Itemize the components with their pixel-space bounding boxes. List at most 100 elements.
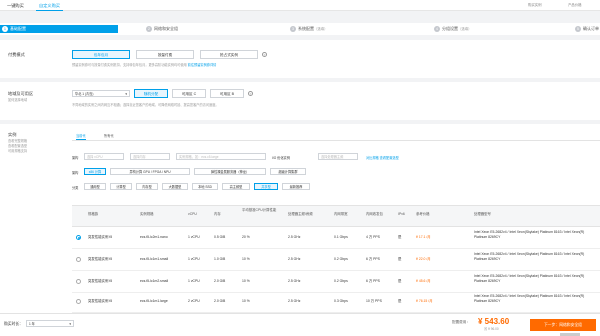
cat-shared-button[interactable]: 共享型 — [254, 183, 278, 190]
col-vcpu: vCPU — [188, 212, 197, 216]
arch-x86-button[interactable]: x86 计算 — [84, 168, 106, 175]
cat-highfreq-button[interactable]: 高主频型 — [222, 183, 250, 190]
row-baseline: 10 % — [242, 257, 250, 261]
row-vcpu: 2 vCPU — [188, 299, 200, 303]
step-3[interactable]: 3 系统配置（选填） — [290, 25, 328, 33]
region-note: 不同地域的实例之间内网互不相通；选择靠近您客户的地域，可降低网络时延、提高您客户… — [72, 103, 219, 107]
compare-link[interactable]: 对比规格 查看配置选型 — [366, 155, 399, 160]
billing-subscription-button[interactable]: 包年包月 — [72, 50, 130, 59]
row-ipv6: 是 — [398, 257, 402, 261]
row-baseline: 10 % — [242, 299, 250, 303]
step-4[interactable]: 4 分组设置（选填） — [434, 25, 472, 33]
tab-custom-buy[interactable]: 自定义购买 — [36, 1, 63, 11]
col-bandwidth: 内网带宽 — [334, 212, 348, 216]
row-mem: 2.0 GiB — [214, 279, 226, 283]
reserved-link[interactable]: 前往预留实例券详情 — [188, 63, 217, 67]
region-select[interactable]: 华北 1 (青岛) ▾ — [72, 90, 130, 97]
col-baseline: 平均基准CPU计算性能 — [242, 208, 277, 212]
cat-recommended-button[interactable]: 最新推荐 — [282, 183, 310, 190]
price-link[interactable]: 产品价格 — [568, 2, 582, 7]
row-vcpu: 1 vCPU — [188, 279, 200, 283]
row-price: ¥ 76.15 /月 — [416, 299, 433, 303]
step-2[interactable]: 2 网络和安全组 — [146, 25, 178, 33]
billing-spot-button[interactable]: 抢占式实例 — [200, 50, 258, 59]
cat-compute-button[interactable]: 计算型 — [110, 183, 132, 190]
col-mem: 内存 — [214, 212, 221, 216]
row-vcpu: 1 vCPU — [188, 257, 200, 261]
spec-search-input[interactable]: 实例规格，如：ecs.c5.large — [176, 153, 266, 160]
table-row[interactable]: 突发性能实例 t5 ecs.t5-lc1m1.large 2 vCPU 2.0 … — [72, 293, 600, 313]
col-family: 规格族 — [88, 212, 99, 216]
table-row[interactable]: 突发性能实例 t5 ecs.t5-lc1m1.small 1 vCPU 1.0 … — [72, 249, 600, 271]
instance-help-3[interactable]: 可用规格支持 — [8, 149, 27, 153]
chevron-down-icon: ▾ — [69, 322, 71, 326]
row-cpu-model: Intel Xeon E5-2682v4 / Intel Xeon(Skylak… — [474, 274, 585, 283]
zone-c-button[interactable]: 可用区 C — [172, 89, 206, 98]
row-bandwidth: 0.1 Gbps — [334, 235, 348, 239]
step-5[interactable]: 5 确认订单 — [575, 25, 599, 33]
arch-hetero-button[interactable]: 异构计算 GPU / FPGA / NPU — [110, 168, 190, 175]
row-cpu-model: Intel Xeon E5-2682v4 / Intel Xeon(Skylak… — [474, 230, 585, 239]
help-icon[interactable]: ? — [248, 91, 253, 96]
memory-filter[interactable]: 选择内存 — [130, 153, 170, 160]
next-step-button[interactable]: 下一步：网络和安全组 — [530, 319, 596, 331]
vcpu-filter[interactable]: 选择 vCPU — [84, 153, 124, 160]
row-pps: 10 万 PPS — [366, 299, 382, 303]
discount-label: 省 ¥ 96.00 — [484, 327, 499, 331]
arch-label: 架构 — [72, 171, 79, 175]
tab-all-gen[interactable]: 所有代 — [104, 133, 114, 138]
row-freq: 2.5 GHz — [288, 299, 301, 303]
cat-bigdata-button[interactable]: 大数据型 — [162, 183, 188, 190]
purchase-tabs: 一键购买 自定义购买 购买实例 产品价格 — [0, 0, 600, 11]
cat-ssd-button[interactable]: 本地 SSD — [192, 183, 218, 190]
row-spec: ecs.t5-lc2m1.nano — [140, 235, 168, 239]
zone-b-button[interactable]: 可用区 B — [210, 89, 244, 98]
col-ipv6: IPv6 — [398, 212, 405, 216]
row-freq: 2.5 GHz — [288, 257, 301, 261]
billing-note: 预留实例券可与按量付费实例抵扣，支持转包年包月，更多高阶功能实例均可使用 前往预… — [72, 63, 217, 67]
clock-filter[interactable]: 选择处理器主频 — [318, 153, 358, 160]
tab-quick-buy[interactable]: 一键购买 — [4, 1, 27, 11]
region-section: 地域及可用区 如何选择地域 华北 1 (青岛) ▾ 随机分配 可用区 C 可用区 … — [0, 82, 600, 120]
arch-baremetal-button[interactable]: 弹性裸金属服务器（神龙） — [194, 168, 266, 175]
billing-payasyougo-button[interactable]: 按量付费 — [136, 50, 194, 59]
row-radio[interactable] — [76, 257, 81, 262]
tab-current-gen[interactable]: 当前代 — [76, 133, 86, 140]
col-spec: 实例规格 — [140, 212, 154, 216]
row-radio[interactable] — [76, 235, 81, 240]
table-row[interactable]: 突发性能实例 t5 ecs.t5-lc2m1.nano 1 vCPU 0.5 G… — [72, 227, 600, 249]
duration-select[interactable]: 1 年 ▾ — [26, 320, 74, 327]
instance-help-1[interactable]: 查看完整规格 — [8, 139, 27, 143]
help-icon[interactable]: ? — [262, 52, 267, 57]
instance-help-2[interactable]: 查看配置选型 — [8, 144, 27, 148]
row-family: 突发性能实例 t5 — [88, 235, 113, 239]
row-radio[interactable] — [76, 299, 81, 304]
row-mem: 1.0 GiB — [214, 257, 226, 261]
row-family: 突发性能实例 t5 — [88, 279, 113, 283]
row-price: ¥ 45.6 /月 — [416, 279, 431, 283]
row-pps: 6 万 PPS — [366, 257, 380, 261]
divider — [72, 140, 600, 141]
cat-memory-button[interactable]: 内存型 — [136, 183, 158, 190]
step-1[interactable]: 1 基础配置 — [0, 25, 118, 33]
row-radio[interactable] — [76, 279, 81, 284]
region-help-link[interactable]: 如何选择地域 — [8, 98, 27, 102]
row-freq: 2.5 GHz — [288, 279, 301, 283]
zone-random-button[interactable]: 随机分配 — [134, 89, 168, 98]
cat-general-button[interactable]: 通用型 — [84, 183, 106, 190]
order-footer: 购买时长： 1 年 ▾ 配置费用： ¥ 543.60 省 ¥ 96.00 下一步：… — [0, 313, 600, 336]
row-freq: 2.5 GHz — [288, 235, 301, 239]
row-pps: 4 万 PPS — [366, 235, 380, 239]
row-price: ¥ 17.1 /月 — [416, 235, 431, 239]
fee-value: ¥ 543.60 — [478, 317, 510, 326]
spec-table-header: 规格族 实例规格 vCPU 内存 平均基准CPU计算性能 处理器主频/睿频 内网… — [72, 205, 600, 227]
arch-scc-button[interactable]: 超级计算集群 — [270, 168, 306, 175]
row-pps: 6 万 PPS — [366, 279, 380, 283]
row-vcpu: 1 vCPU — [188, 235, 200, 239]
row-baseline: 10 % — [242, 279, 250, 283]
buy-instance-link[interactable]: 购买实例 — [528, 2, 542, 7]
row-bandwidth: 0.3 Gbps — [334, 299, 348, 303]
table-row[interactable]: 突发性能实例 t5 ecs.t5-lc1m2.small 1 vCPU 2.0 … — [72, 271, 600, 293]
row-mem: 2.0 GiB — [214, 299, 226, 303]
row-price: ¥ 22.0 /月 — [416, 257, 431, 261]
